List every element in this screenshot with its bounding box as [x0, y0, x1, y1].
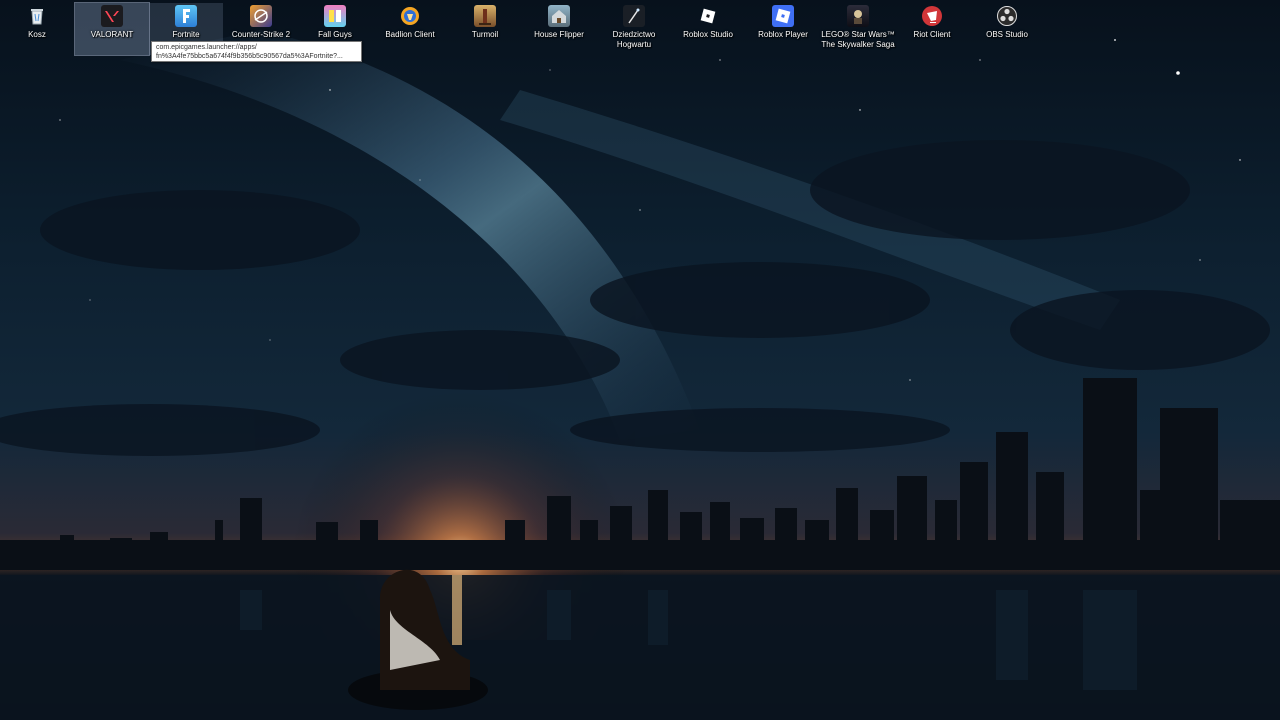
desktop-icon-recycle-bin[interactable]: Kosz [0, 3, 74, 55]
turmoil-icon [474, 5, 496, 27]
recycle-bin-icon [26, 5, 48, 27]
obs-studio-icon [996, 5, 1018, 27]
desktop-icon-house-flipper[interactable]: House Flipper [522, 3, 596, 55]
wallpaper-image [0, 0, 1280, 720]
riot-client-icon [921, 5, 943, 27]
tooltip-line-2: fn%3A4fe75bbc5a674f4f9b356b5c90567da5%3A… [156, 53, 343, 60]
desktop-icon-hogwarts-legacy[interactable]: Dziedzictwo Hogwartu [597, 3, 671, 55]
desktop-icon-valorant[interactable]: VALORANT [74, 2, 150, 56]
hogwarts-legacy-icon [623, 5, 645, 27]
lego-star-wars-icon [847, 5, 869, 27]
desktop[interactable]: Kosz VALORANT Fortnite Counter-Strike 2 [0, 0, 1280, 720]
counter-strike-icon [250, 5, 272, 27]
valorant-icon [101, 5, 123, 27]
desktop-icon-turmoil[interactable]: Turmoil [448, 3, 522, 55]
desktop-icon-roblox-studio[interactable]: Roblox Studio [671, 3, 745, 55]
roblox-studio-icon [697, 5, 719, 27]
badlion-icon [399, 5, 421, 27]
house-flipper-icon [548, 5, 570, 27]
shortcut-tooltip: com.epicgames.launcher://apps/ fn%3A4fe7… [151, 41, 362, 62]
roblox-player-icon [772, 5, 794, 27]
desktop-icon-lego-star-wars[interactable]: LEGO® Star Wars™ The Skywalker Saga [821, 3, 895, 55]
fall-guys-icon [324, 5, 346, 27]
fortnite-icon [175, 5, 197, 27]
desktop-icon-riot-client[interactable]: Riot Client [895, 3, 969, 55]
tooltip-line-1: com.epicgames.launcher://apps/ [156, 44, 257, 51]
desktop-icon-roblox-player[interactable]: Roblox Player [746, 3, 820, 55]
desktop-icon-badlion-client[interactable]: Badlion Client [373, 3, 447, 55]
desktop-icon-obs-studio[interactable]: OBS Studio [970, 3, 1044, 55]
